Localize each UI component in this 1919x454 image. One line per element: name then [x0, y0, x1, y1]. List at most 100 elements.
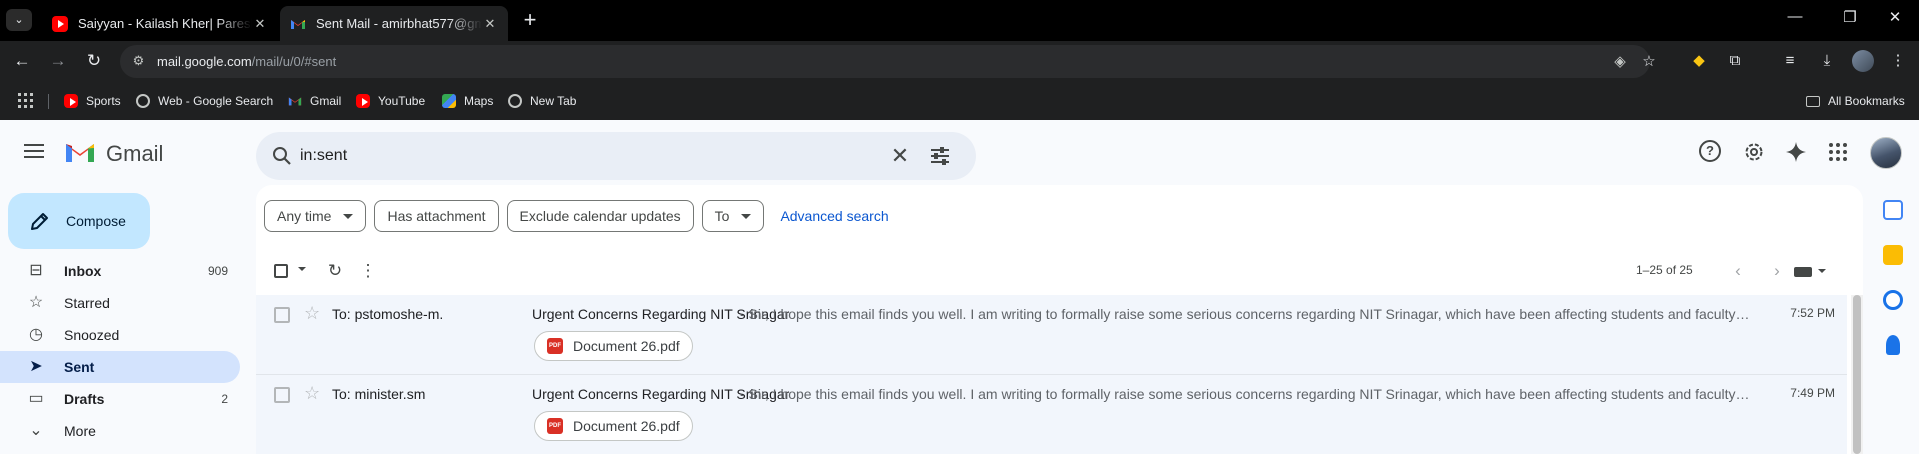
email-snippet: - Sir, I hope this email finds you well.… [740, 306, 1750, 322]
search-options-icon[interactable] [928, 144, 952, 168]
search-input[interactable] [300, 144, 900, 168]
nav-item-inbox[interactable]: ⊟ Inbox 909 [0, 255, 240, 287]
refresh-icon[interactable]: ↻ [323, 259, 347, 283]
extensions-icon[interactable]: ⧉ [1723, 49, 1747, 73]
chip-label: To [714, 208, 730, 224]
message-list-panel: Any time Has attachment Exclude calendar… [256, 185, 1863, 454]
calendar-icon[interactable] [1883, 200, 1903, 220]
nav-item-drafts[interactable]: ▭ Drafts 2 [0, 383, 240, 415]
exclude-calendar-filter[interactable]: Exclude calendar updates [506, 200, 694, 232]
select-options-caret-icon[interactable] [298, 267, 306, 271]
browser-tab-youtube[interactable]: Saiyyan - Kailash Kher| Paresh Kamath| N… [42, 6, 278, 41]
extension-badge-icon[interactable]: ◆ [1687, 49, 1711, 73]
clear-search-icon[interactable]: ✕ [886, 142, 914, 170]
list-action-bar: ↻ ⋮ 1–25 of 25 ‹ › [256, 247, 1863, 295]
product-name: Gmail [106, 141, 164, 166]
reload-icon[interactable]: ↻ [82, 49, 106, 73]
bookmark-star-icon[interactable]: ☆ [1639, 52, 1659, 72]
pdf-icon: PDF [547, 338, 563, 354]
row-checkbox[interactable] [274, 387, 290, 403]
tab-title: Sent Mail - amirbhat577@gmail.com - Gmai… [316, 16, 482, 31]
search-icon[interactable] [270, 144, 294, 168]
recipient: To: minister.sm [332, 386, 426, 402]
account-avatar[interactable] [1870, 137, 1902, 169]
to-filter[interactable]: To [701, 200, 765, 232]
help-icon[interactable]: ? [1699, 140, 1721, 162]
bookmark-maps[interactable]: Maps [442, 92, 493, 110]
has-attachment-filter[interactable]: Has attachment [374, 200, 499, 232]
email-row[interactable]: ☆ To: minister.sm Urgent Concerns Regard… [256, 375, 1847, 454]
settings-gear-icon[interactable] [1742, 140, 1766, 164]
input-tools-caret-icon[interactable] [1818, 269, 1826, 273]
close-icon[interactable]: ✕ [252, 16, 268, 32]
bookmark-web-google-search[interactable]: Web - Google Search [136, 92, 273, 110]
tasks-icon[interactable] [1883, 290, 1903, 310]
email-time: 7:49 PM [1790, 386, 1835, 400]
download-icon[interactable]: ⤓ [1815, 49, 1839, 73]
inbox-icon: ⊟ [29, 262, 43, 279]
gmail-logo[interactable] [64, 140, 96, 164]
browser-tab-gmail[interactable]: Sent Mail - amirbhat577@gmail.com - Gmai… [280, 6, 508, 41]
older-page-icon[interactable]: › [1765, 259, 1789, 283]
nav-item-snoozed[interactable]: ◷ Snoozed [0, 319, 240, 351]
address-bar[interactable]: ⚙ mail.google.com/mail/u/0/#sent ◈ ☆ [120, 45, 1656, 78]
globe-icon [136, 94, 150, 108]
back-icon[interactable]: ← [10, 49, 34, 73]
minimize-icon[interactable]: — [1775, 8, 1815, 25]
close-icon[interactable]: ✕ [482, 16, 498, 32]
site-info-icon[interactable]: ⚙ [130, 53, 147, 70]
attachment-chip[interactable]: PDF Document 26.pdf [534, 331, 693, 361]
more-actions-icon[interactable]: ⋮ [356, 259, 380, 283]
maps-icon [442, 94, 456, 108]
apps-grid-icon[interactable] [18, 93, 33, 108]
vertical-scrollbar[interactable] [1851, 295, 1863, 454]
bookmark-youtube[interactable]: YouTube [356, 92, 425, 110]
gmail-icon [288, 97, 302, 106]
tab-search-button[interactable]: ⌄ [6, 9, 32, 31]
youtube-icon [52, 15, 68, 32]
compose-button[interactable]: Compose [8, 193, 150, 249]
main-menu-icon[interactable] [24, 144, 44, 158]
input-tools-icon[interactable] [1794, 267, 1812, 277]
lens-icon[interactable]: ◈ [1610, 52, 1630, 72]
email-time: 7:52 PM [1790, 306, 1835, 320]
dropdown-caret-icon [343, 213, 354, 219]
restore-icon[interactable]: ❐ [1830, 8, 1870, 26]
any-time-filter[interactable]: Any time [264, 200, 367, 232]
attachment-chip[interactable]: PDF Document 26.pdf [534, 411, 693, 441]
star-icon[interactable]: ☆ [304, 383, 320, 404]
scrollbar-thumb[interactable] [1853, 295, 1861, 454]
search-bar[interactable]: ✕ [256, 132, 976, 180]
attachment-name: Document 26.pdf [573, 418, 680, 434]
gemini-sparkle-icon[interactable] [1784, 140, 1808, 164]
url-text[interactable]: mail.google.com/mail/u/0/#sent [157, 54, 336, 69]
nav-item-starred[interactable]: ☆ Starred [0, 287, 240, 319]
nav-item-more[interactable]: ⌄ More [0, 415, 240, 447]
reading-list-icon[interactable]: ≡ [1778, 49, 1802, 73]
bookmark-label: Web - Google Search [158, 94, 274, 108]
newer-page-icon[interactable]: ‹ [1726, 259, 1750, 283]
keep-icon[interactable] [1883, 245, 1903, 265]
row-checkbox[interactable] [274, 307, 290, 323]
nav-item-sent[interactable]: ➤ Sent [0, 351, 240, 383]
close-window-icon[interactable]: ✕ [1875, 8, 1915, 26]
select-all-checkbox[interactable] [274, 264, 288, 278]
menu-dots-icon[interactable]: ⋮ [1886, 49, 1910, 73]
contacts-icon[interactable] [1886, 335, 1900, 355]
advanced-search-link[interactable]: Advanced search [780, 200, 888, 232]
youtube-icon [356, 94, 370, 108]
star-icon[interactable]: ☆ [304, 303, 320, 324]
bookmark-gmail[interactable]: Gmail [288, 92, 341, 110]
divider [48, 94, 49, 109]
bookmark-sports[interactable]: Sports [64, 92, 121, 110]
search-filter-chips: Any time Has attachment Exclude calendar… [264, 200, 889, 232]
google-apps-icon[interactable] [1826, 140, 1850, 164]
profile-avatar[interactable] [1852, 50, 1874, 72]
new-tab-button[interactable]: + [516, 9, 544, 31]
nav-label: Drafts [64, 391, 105, 407]
all-bookmarks-button[interactable]: All Bookmarks [1806, 92, 1905, 110]
forward-icon[interactable]: → [46, 49, 70, 73]
chevron-down-icon: ⌄ [29, 422, 43, 439]
bookmark-new-tab[interactable]: New Tab [508, 92, 576, 110]
email-row[interactable]: ☆ To: pstomoshe-m. Urgent Concerns Regar… [256, 295, 1847, 375]
